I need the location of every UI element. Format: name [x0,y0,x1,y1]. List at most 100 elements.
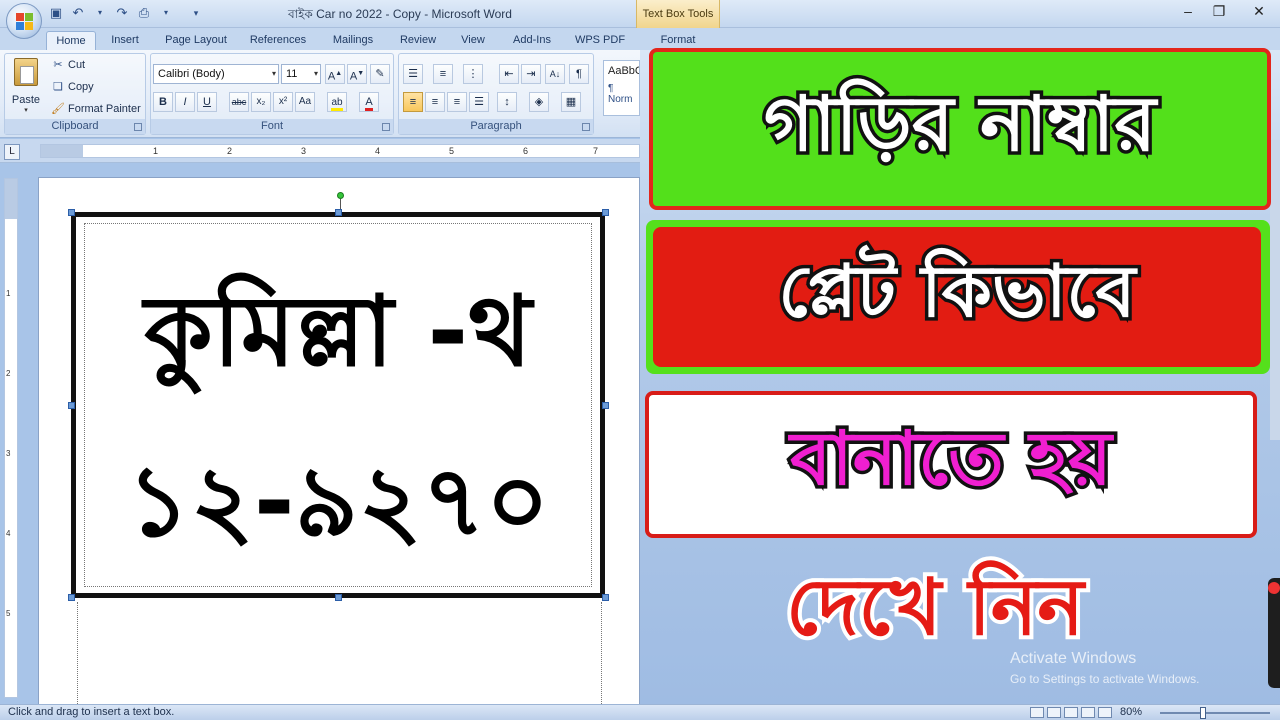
clear-formatting-button[interactable]: ✎ [370,64,390,84]
copy-icon: ❏ [53,81,63,93]
font-color-icon: A [365,96,373,111]
copy-button[interactable]: ❏ Copy [51,78,94,96]
brush-icon: 🖌 [51,103,65,115]
ruler-number: 5 [6,609,11,618]
ruler-number: 4 [6,529,11,538]
web-layout-icon[interactable] [1064,707,1078,718]
underline-button[interactable]: U [197,92,217,112]
align-right-button[interactable]: ≡ [447,92,467,112]
highlight-button[interactable]: ab [327,92,347,112]
dialog-launcher-icon[interactable] [134,123,142,131]
dialog-launcher-icon[interactable] [382,123,390,131]
scrollbar[interactable] [1270,140,1280,440]
strikethrough-button[interactable]: abc [229,92,249,112]
resize-handle[interactable] [335,209,342,216]
minimize-button[interactable]: – [1174,3,1202,19]
resize-handle[interactable] [602,209,609,216]
sort-button[interactable]: A↓ [545,64,565,84]
bold-button[interactable]: B [153,92,173,112]
justify-button[interactable]: ☰ [469,92,489,112]
tab-insert[interactable]: Insert [102,31,148,50]
ruler-margin [41,145,83,157]
ruler-number: 2 [6,369,11,378]
align-center-button[interactable]: ≡ [425,92,445,112]
maximize-button[interactable]: ❐ [1205,3,1233,20]
shrink-font-button[interactable]: A▼ [347,64,367,84]
multilevel-list-button[interactable]: ⋮ [463,64,483,84]
font-name-select[interactable]: Calibri (Body) ▾ [153,64,279,84]
grow-font-button[interactable]: A▲ [325,64,345,84]
tab-mailings[interactable]: Mailings [324,31,382,50]
zoom-level[interactable]: 80% [1120,706,1142,718]
bullets-button[interactable]: ☰ [403,64,423,84]
subscript-button[interactable]: x₂ [251,92,271,112]
style-normal-label: ¶ Norm [608,83,633,105]
status-bar: Click and drag to insert a text box. 80% [0,704,1280,720]
tab-add-ins[interactable]: Add-Ins [504,31,560,50]
ruler-margin [5,179,17,219]
style-sample: AaBbC [608,65,640,77]
draft-icon[interactable] [1098,707,1112,718]
tab-page-layout[interactable]: Page Layout [160,31,232,50]
outline-icon[interactable] [1081,707,1095,718]
ruler-number: 4 [375,146,381,156]
decrease-indent-button[interactable]: ⇤ [499,64,519,84]
resize-handle[interactable] [602,594,609,601]
record-icon [1268,582,1280,594]
zoom-slider[interactable] [1160,707,1270,719]
full-screen-reading-icon[interactable] [1047,707,1061,718]
ribbon-tabs: Home Insert Page Layout References Maili… [0,28,1280,50]
font-color-button[interactable]: A [359,92,379,112]
numbering-button[interactable]: ≡ [433,64,453,84]
highlighter-icon: ab [331,97,343,111]
show-marks-button[interactable]: ¶ [569,64,589,84]
resize-handle[interactable] [68,594,75,601]
resize-handle[interactable] [602,402,609,409]
copy-label: Copy [68,81,94,93]
dialog-launcher-icon[interactable] [582,123,590,131]
tab-wps-pdf[interactable]: WPS PDF [570,31,630,50]
style-normal[interactable]: AaBbC ¶ Norm [603,60,640,116]
chevron-down-icon: ▾ [313,69,318,78]
cut-button[interactable]: ✂ Cut [51,56,85,74]
tab-view[interactable]: View [452,31,494,50]
resize-handle[interactable] [68,209,75,216]
borders-button[interactable]: ▦ [561,92,581,112]
ruler-number: 2 [227,146,233,156]
screen-recorder-tab[interactable] [1268,578,1280,688]
banner-title-2: প্লেট কিভাবে [653,227,1261,367]
ruler-number: 3 [301,146,307,156]
line-spacing-button[interactable]: ↕ [497,92,517,112]
office-button[interactable] [6,3,42,39]
close-button[interactable]: ✕ [1245,3,1273,20]
clipboard-group-label: Clipboard [5,119,145,134]
resize-handle[interactable] [335,594,342,601]
resize-handle[interactable] [68,402,75,409]
italic-button[interactable]: I [175,92,195,112]
activate-windows-watermark: Activate Windows Go to Settings to activ… [1010,650,1199,686]
paste-button[interactable]: Paste ▾ [11,58,41,116]
print-layout-icon[interactable] [1030,707,1044,718]
paste-icon [14,58,38,86]
tab-references[interactable]: References [244,31,312,50]
zoom-slider-knob[interactable] [1200,707,1206,719]
document-page[interactable]: কুমিল্লা -থ ১২-৯২৭০ [38,177,640,706]
paragraph-group: ☰ ≡ ⋮ ⇤ ⇥ A↓ ¶ ≡ ≡ ≡ ☰ ↕ ◈ ▦ Paragraph [398,53,594,135]
horizontal-ruler[interactable]: 1 2 3 4 5 6 7 [40,144,640,158]
font-size-value: 11 [286,68,298,80]
shading-button[interactable]: ◈ [529,92,549,112]
tab-review[interactable]: Review [394,31,442,50]
rotate-handle[interactable] [337,192,344,199]
vertical-ruler[interactable]: 1 2 3 4 5 [4,178,18,698]
tab-selector[interactable]: L [4,144,20,160]
increase-indent-button[interactable]: ⇥ [521,64,541,84]
font-size-select[interactable]: 11 ▾ [281,64,321,84]
tab-home[interactable]: Home [46,31,96,50]
change-case-button[interactable]: Aa [295,92,315,112]
clipboard-group: Paste ▾ ✂ Cut ❏ Copy 🖌 Format Painter Cl… [4,53,146,135]
superscript-button[interactable]: x² [273,92,293,112]
align-left-button[interactable]: ≡ [403,92,423,112]
office-logo-icon [16,13,33,30]
format-painter-button[interactable]: 🖌 Format Painter [51,100,141,118]
number-plate-textbox[interactable]: কুমিল্লা -থ ১২-৯২৭০ [71,212,605,598]
